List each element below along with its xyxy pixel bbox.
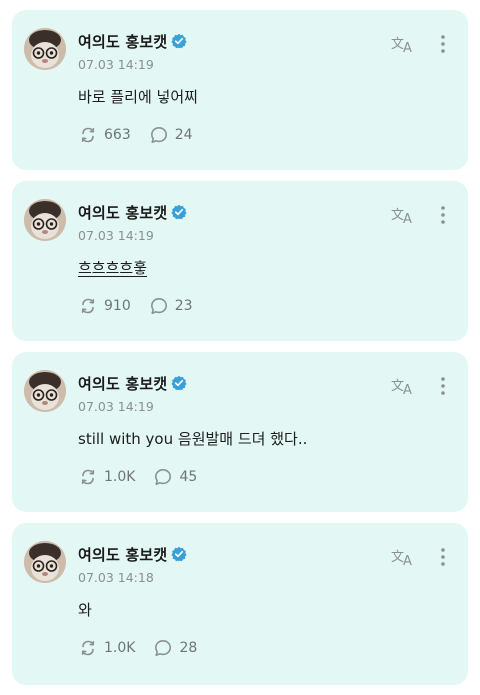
- svg-text:A: A: [403, 554, 412, 568]
- reply-bubble-icon: [155, 469, 172, 485]
- post-card[interactable]: 여의도 홍보캣 07.03 14:19 still with you 음원발매 …: [12, 352, 468, 512]
- reply-count: 28: [179, 640, 198, 656]
- repost-count: 1.0K: [104, 469, 136, 485]
- more-vertical-icon: [441, 377, 445, 395]
- author-row: 여의도 홍보캣: [78, 31, 188, 52]
- reply-button[interactable]: 45: [153, 467, 197, 487]
- author-row: 여의도 홍보캣: [78, 544, 188, 565]
- more-vertical-icon: [441, 206, 445, 224]
- verified-badge-icon: [171, 33, 188, 49]
- author-row: 여의도 홍보캣: [78, 373, 188, 394]
- repost-icon: [81, 298, 95, 314]
- reply-button[interactable]: 23: [149, 296, 193, 316]
- repost-button[interactable]: 910: [78, 296, 131, 316]
- more-options-button[interactable]: [436, 32, 450, 56]
- repost-icon: [81, 127, 95, 143]
- repost-button[interactable]: 663: [78, 125, 131, 145]
- translate-button[interactable]: 文 A: [390, 546, 416, 568]
- reply-bubble-icon: [155, 640, 172, 656]
- author-name[interactable]: 여의도 홍보캣: [78, 202, 167, 223]
- avatar-image: [24, 370, 66, 412]
- post-metrics: 663 24: [78, 125, 211, 145]
- translate-button[interactable]: 文 A: [390, 33, 416, 55]
- svg-text:A: A: [403, 212, 412, 226]
- post-metrics: 910 23: [78, 296, 211, 316]
- post-timestamp: 07.03 14:19: [78, 399, 154, 414]
- more-vertical-icon: [441, 35, 445, 53]
- author-name[interactable]: 여의도 홍보캣: [78, 373, 167, 394]
- post-card[interactable]: 여의도 홍보캣 07.03 14:19 흐흐흐흐훟 910 23 文 A: [12, 181, 468, 341]
- author-name[interactable]: 여의도 홍보캣: [78, 544, 167, 565]
- repost-icon: [81, 469, 95, 485]
- post-card[interactable]: 여의도 홍보캣 07.03 14:18 와 1.0K 28 文 A: [12, 523, 468, 685]
- author-name[interactable]: 여의도 홍보캣: [78, 31, 167, 52]
- translate-icon: 文 A: [391, 379, 412, 397]
- post-text: still with you 음원발매 드뎌 했다..: [78, 430, 308, 448]
- avatar[interactable]: [24, 541, 66, 583]
- post-timestamp: 07.03 14:18: [78, 570, 154, 585]
- verified-badge-icon: [171, 375, 188, 391]
- more-options-button[interactable]: [436, 545, 450, 569]
- more-vertical-icon: [441, 548, 445, 566]
- post-text: 바로 플리에 넣어찌: [78, 88, 198, 106]
- repost-button[interactable]: 1.0K: [78, 467, 135, 487]
- post-feed: 여의도 홍보캣 07.03 14:19 바로 플리에 넣어찌 663 24 文 …: [0, 0, 480, 695]
- reply-button[interactable]: 28: [153, 638, 197, 658]
- svg-text:A: A: [403, 383, 412, 397]
- post-timestamp: 07.03 14:19: [78, 228, 154, 243]
- reply-count: 24: [174, 127, 193, 143]
- post-metrics: 1.0K 28: [78, 638, 215, 658]
- reply-button[interactable]: 24: [149, 125, 193, 145]
- avatar-image: [24, 28, 66, 70]
- repost-count: 663: [104, 127, 131, 143]
- avatar[interactable]: [24, 199, 66, 241]
- post-card[interactable]: 여의도 홍보캣 07.03 14:19 바로 플리에 넣어찌 663 24 文 …: [12, 10, 468, 170]
- avatar-image: [24, 541, 66, 583]
- repost-count: 1.0K: [104, 640, 136, 656]
- more-options-button[interactable]: [436, 203, 450, 227]
- verified-badge-icon: [171, 204, 188, 220]
- translate-icon: 文 A: [391, 208, 412, 226]
- repost-button[interactable]: 1.0K: [78, 638, 135, 658]
- repost-count: 910: [104, 298, 131, 314]
- reply-bubble-icon: [150, 298, 167, 314]
- reply-bubble-icon: [150, 127, 167, 143]
- translate-icon: 文 A: [391, 37, 412, 55]
- reply-count: 23: [174, 298, 193, 314]
- translate-button[interactable]: 文 A: [390, 204, 416, 226]
- translate-icon: 文 A: [391, 550, 412, 568]
- verified-badge-icon: [171, 546, 188, 562]
- avatar[interactable]: [24, 28, 66, 70]
- svg-text:A: A: [403, 41, 412, 55]
- more-options-button[interactable]: [436, 374, 450, 398]
- post-text: 흐흐흐흐훟: [78, 259, 148, 277]
- avatar-image: [24, 199, 66, 241]
- post-text: 와: [78, 601, 92, 619]
- avatar[interactable]: [24, 370, 66, 412]
- post-metrics: 1.0K 45: [78, 467, 215, 487]
- repost-icon: [81, 640, 95, 656]
- post-timestamp: 07.03 14:19: [78, 57, 154, 72]
- author-row: 여의도 홍보캣: [78, 202, 188, 223]
- translate-button[interactable]: 文 A: [390, 375, 416, 397]
- reply-count: 45: [179, 469, 198, 485]
